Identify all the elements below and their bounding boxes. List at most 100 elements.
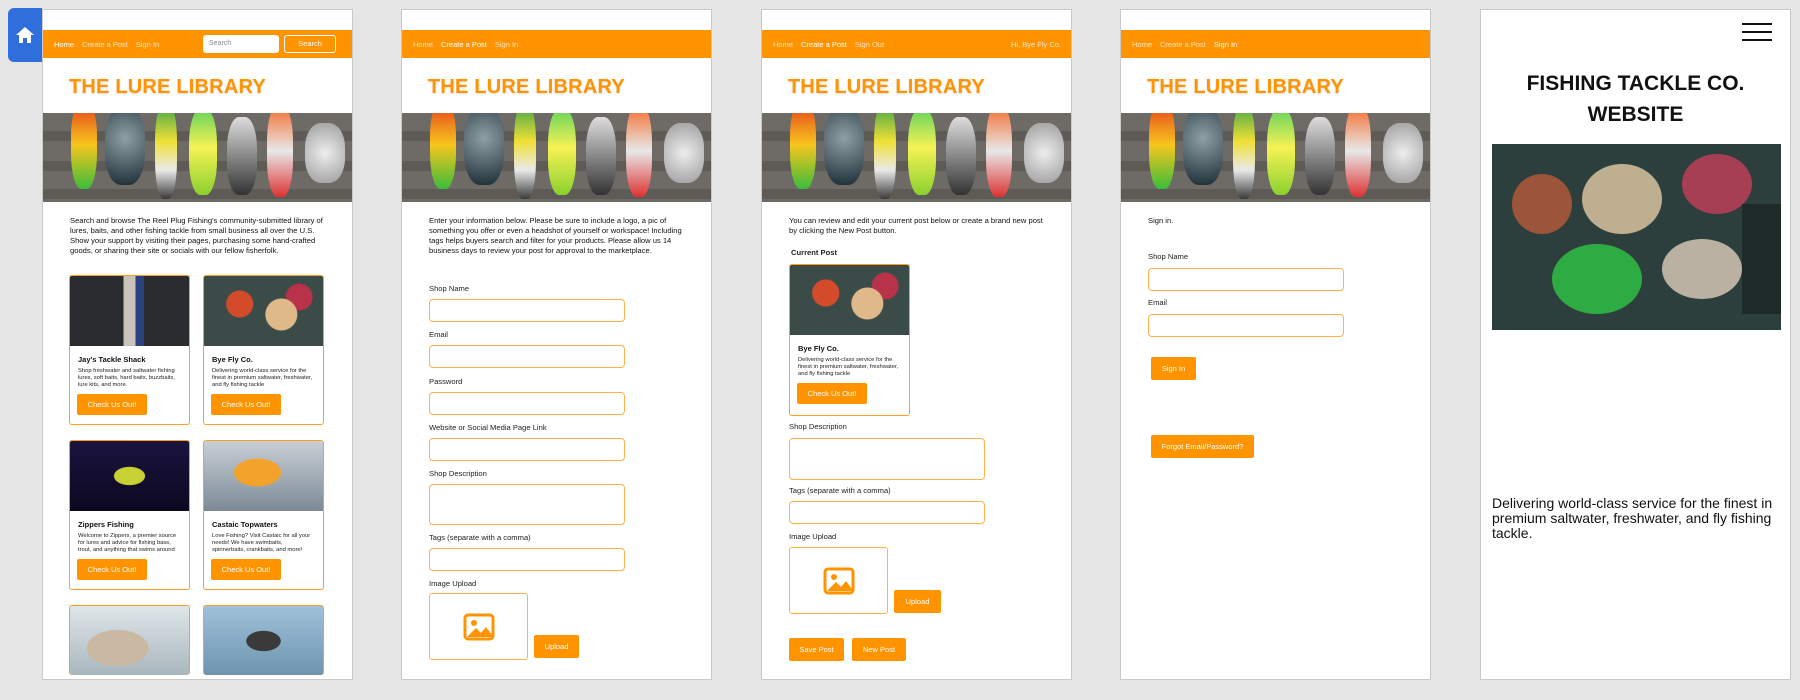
navbar: Home Create a Post Sign Out Hi, Bye Fly … bbox=[762, 30, 1071, 58]
field-label: Shop Name bbox=[429, 284, 470, 293]
shop-photo bbox=[204, 276, 323, 346]
shop-photo bbox=[790, 265, 909, 335]
screen-create-post: Home Create a Post Sign In THE LURE LIBR… bbox=[401, 9, 712, 680]
email-field[interactable] bbox=[429, 345, 625, 368]
check-us-out-button[interactable]: Check Us Out! bbox=[211, 394, 281, 415]
shop-description: Delivering world-class service for the f… bbox=[212, 368, 313, 389]
shop-name-field[interactable] bbox=[429, 299, 625, 322]
current-post-label: Current Post bbox=[791, 248, 837, 257]
nav-sign-in[interactable]: Sign In bbox=[495, 40, 518, 49]
intro-text: Enter your information below. Please be … bbox=[429, 216, 682, 255]
shop-card: Castaic Topwaters Love Fishing? Visit Ca… bbox=[203, 440, 324, 590]
field-label: Email bbox=[429, 330, 448, 339]
intro-text: Search and browse The Reel Plug Fishing'… bbox=[70, 216, 323, 255]
shop-card: Jay's Tackle Shack Shop freshwater and s… bbox=[69, 275, 190, 425]
page-title-line2: WEBSITE bbox=[1587, 103, 1684, 126]
save-post-button[interactable]: Save Post bbox=[789, 638, 844, 661]
forgot-credentials-button[interactable]: Forgot Email/Password? bbox=[1151, 435, 1254, 458]
screen-manage-post: Home Create a Post Sign Out Hi, Bye Fly … bbox=[761, 9, 1072, 680]
tackle-box-photo bbox=[1492, 144, 1781, 330]
tagline: Delivering world-class service for the f… bbox=[1492, 495, 1773, 541]
shop-description: Love Fishing? Visit Castaic for all your… bbox=[212, 533, 311, 554]
field-label: Shop Name bbox=[1148, 252, 1189, 261]
nav-home[interactable]: Home bbox=[54, 40, 74, 49]
nav-sign-in[interactable]: Sign In bbox=[136, 40, 159, 49]
intro-text: You can review and edit your current pos… bbox=[789, 216, 1043, 235]
password-field[interactable] bbox=[429, 392, 625, 415]
nav-home[interactable]: Home bbox=[773, 40, 793, 49]
screen-sign-in: Home Create a Post Sign In THE LURE LIBR… bbox=[1120, 9, 1431, 680]
check-us-out-button[interactable]: Check Us Out! bbox=[211, 559, 281, 580]
shop-description: Shop freshwater and saltwater fishing lu… bbox=[78, 368, 175, 389]
shop-description: Welcome to Zippers, a premier source for… bbox=[78, 533, 177, 554]
page-title-line1: FISHING TACKLE CO. bbox=[1526, 72, 1745, 95]
nav-sign-out[interactable]: Sign Out bbox=[855, 40, 884, 49]
field-label: Tags (separate with a comma) bbox=[429, 533, 531, 542]
current-post-card: Bye Fly Co. Delivering world-class servi… bbox=[789, 264, 910, 416]
screen-browse: Home Create a Post Sign In Search Search… bbox=[42, 9, 353, 680]
tags-field[interactable] bbox=[789, 501, 985, 524]
upload-button[interactable]: Upload bbox=[534, 635, 579, 658]
email-field[interactable] bbox=[1148, 314, 1344, 337]
shop-description: Delivering world-class service for the f… bbox=[798, 357, 899, 378]
website-field[interactable] bbox=[429, 438, 625, 461]
tags-field[interactable] bbox=[429, 548, 625, 571]
hero-lures-image bbox=[43, 113, 352, 202]
check-us-out-button[interactable]: Check Us Out! bbox=[797, 383, 867, 404]
shop-photo bbox=[204, 606, 323, 675]
hero-lures-image bbox=[402, 113, 711, 202]
shop-photo bbox=[70, 276, 189, 346]
field-label: Tags (separate with a comma) bbox=[789, 486, 891, 495]
upload-button[interactable]: Upload bbox=[894, 590, 941, 613]
intro-text: Sign in. bbox=[1148, 216, 1174, 225]
brand-title: THE LURE LIBRARY bbox=[788, 76, 985, 98]
user-greeting: Hi, Bye Fly Co. bbox=[1010, 39, 1061, 49]
shop-card: Zippers Fishing Welcome to Zippers, a pr… bbox=[69, 440, 190, 590]
nav-create-post[interactable]: Create a Post bbox=[441, 40, 487, 49]
brand-title: THE LURE LIBRARY bbox=[1147, 76, 1344, 98]
check-us-out-button[interactable]: Check Us Out! bbox=[77, 394, 147, 415]
image-dropzone[interactable] bbox=[429, 593, 528, 660]
image-placeholder-icon bbox=[463, 613, 494, 640]
brand-title: THE LURE LIBRARY bbox=[69, 76, 266, 98]
field-label: Email bbox=[1148, 298, 1167, 307]
screen-mobile-landing: FISHING TACKLE CO. WEBSITE Delivering wo… bbox=[1480, 9, 1791, 680]
hamburger-menu-icon[interactable] bbox=[1742, 23, 1772, 41]
field-label: Password bbox=[429, 377, 463, 386]
search-button[interactable]: Search bbox=[284, 35, 336, 53]
shop-title: Castaic Topwaters bbox=[212, 520, 278, 529]
shop-photo bbox=[70, 606, 189, 675]
shop-card: Bye Fly Co. Delivering world-class servi… bbox=[203, 275, 324, 425]
image-placeholder-icon bbox=[823, 567, 854, 594]
shop-description-field[interactable] bbox=[789, 438, 985, 480]
shop-title: Jay's Tackle Shack bbox=[78, 355, 146, 364]
navbar: Home Create a Post Sign In bbox=[1121, 30, 1430, 58]
home-tab[interactable] bbox=[8, 8, 42, 62]
shop-description-field[interactable] bbox=[429, 484, 625, 525]
shop-title: Zippers Fishing bbox=[78, 520, 134, 529]
navbar: Home Create a Post Sign In Search Search bbox=[43, 30, 352, 58]
nav-create-post[interactable]: Create a Post bbox=[801, 40, 847, 49]
shop-name-field[interactable] bbox=[1148, 268, 1344, 291]
hero-lures-image bbox=[1121, 113, 1430, 202]
field-label: Image Upload bbox=[789, 532, 837, 541]
field-label: Image Upload bbox=[429, 579, 477, 588]
image-dropzone[interactable] bbox=[789, 547, 888, 614]
shop-title: Bye Fly Co. bbox=[212, 355, 253, 364]
field-label: Website or Social Media Page Link bbox=[429, 423, 547, 432]
nav-create-post[interactable]: Create a Post bbox=[1160, 40, 1206, 49]
nav-home[interactable]: Home bbox=[413, 40, 433, 49]
shop-photo bbox=[204, 441, 323, 511]
search-input[interactable]: Search bbox=[203, 35, 279, 53]
navbar: Home Create a Post Sign In bbox=[402, 30, 711, 58]
field-label: Shop Description bbox=[789, 422, 847, 431]
nav-sign-in[interactable]: Sign In bbox=[1214, 40, 1237, 49]
nav-home[interactable]: Home bbox=[1132, 40, 1152, 49]
home-icon bbox=[16, 27, 34, 43]
check-us-out-button[interactable]: Check Us Out! bbox=[77, 559, 147, 580]
field-label: Shop Description bbox=[429, 469, 487, 478]
page-title: FISHING TACKLE CO. WEBSITE bbox=[1481, 68, 1790, 130]
sign-in-button[interactable]: Sign In bbox=[1151, 357, 1196, 380]
new-post-button[interactable]: New Post bbox=[852, 638, 906, 661]
nav-create-post[interactable]: Create a Post bbox=[82, 40, 128, 49]
